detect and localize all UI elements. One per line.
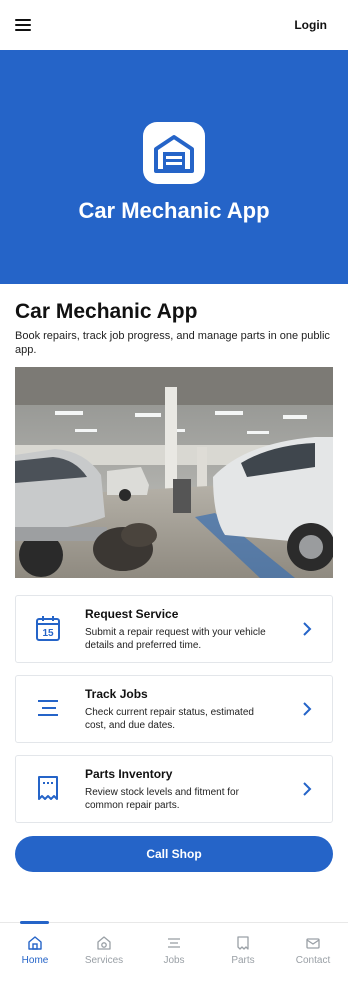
chevron-right-icon (303, 702, 312, 716)
chevron-right-icon (303, 782, 312, 796)
main-intro: Car Mechanic App Book repairs, track job… (15, 300, 333, 357)
garage-photo (15, 367, 333, 578)
tab-home[interactable]: Home (5, 923, 65, 969)
tab-label: Home (21, 955, 49, 966)
svg-text:15: 15 (42, 628, 54, 639)
page-title: Car Mechanic App (15, 300, 198, 323)
garage-logo-icon (143, 122, 205, 184)
hero-title: Car Mechanic App (78, 198, 270, 223)
list-icon (38, 700, 58, 716)
home-icon (28, 936, 42, 950)
card-description: Check current repair status, estimated c… (85, 707, 254, 731)
tab-jobs[interactable]: Jobs (144, 923, 204, 969)
track-jobs-card[interactable]: Track Jobs Check current repair status, … (15, 675, 333, 743)
login-button[interactable]: Login (294, 18, 327, 32)
calendar-icon: 15 (36, 616, 60, 641)
tab-label: Parts (231, 955, 255, 966)
card-title: Request Service (85, 607, 179, 621)
tab-label: Jobs (163, 955, 185, 966)
card-title: Track Jobs (85, 687, 148, 701)
tab-parts[interactable]: Parts (213, 923, 273, 969)
receipt-icon (38, 776, 58, 800)
card-description: Review stock levels and fitment for comm… (85, 787, 239, 811)
card-title: Parts Inventory (85, 767, 173, 781)
request-service-card[interactable]: 15 Request Service Submit a repair reque… (15, 595, 333, 663)
page-subtitle: Book repairs, track job progress, and ma… (15, 330, 330, 356)
parts-icon (237, 936, 249, 950)
card-description: Submit a repair request with your vehicl… (85, 627, 266, 651)
hero-banner: Car Mechanic App (0, 50, 348, 284)
menu-icon[interactable] (15, 19, 31, 31)
tab-contact[interactable]: Contact (283, 923, 343, 969)
chevron-right-icon (303, 622, 312, 636)
tab-label: Services (84, 955, 124, 966)
jobs-icon (168, 938, 180, 948)
tab-services[interactable]: Services (74, 923, 134, 969)
parts-inventory-card[interactable]: Parts Inventory Review stock levels and … (15, 755, 333, 823)
mail-icon (306, 938, 320, 949)
top-app-bar: Login (0, 0, 348, 50)
services-icon (97, 936, 111, 950)
tab-label: Contact (295, 955, 331, 966)
call-shop-button[interactable]: Call Shop (15, 836, 333, 872)
bottom-tab-bar: Home Services Jobs Parts Contact (0, 921, 348, 992)
